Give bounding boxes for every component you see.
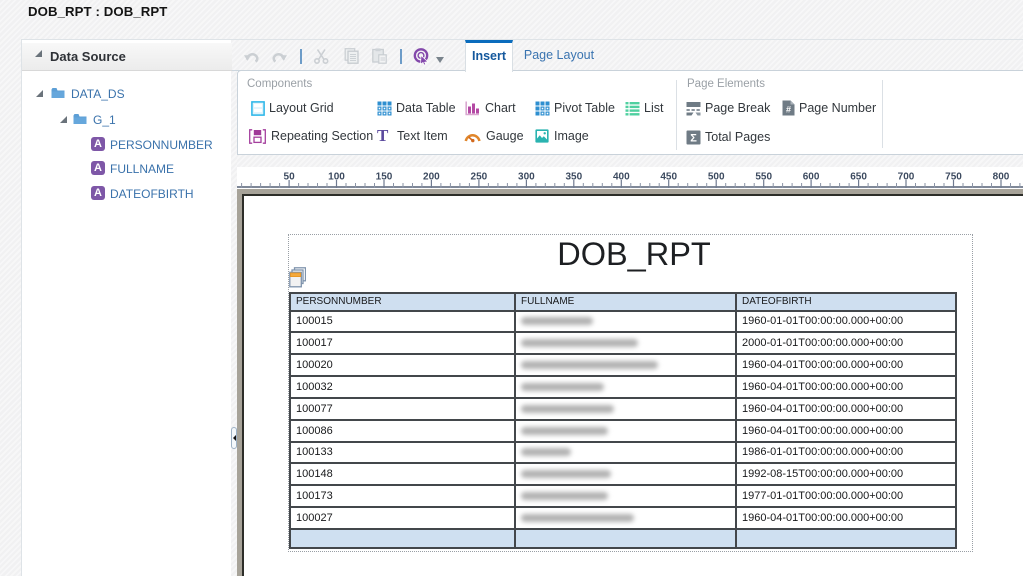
svg-text:50: 50 bbox=[284, 172, 296, 183]
svg-text:500: 500 bbox=[708, 172, 725, 183]
svg-text:Σ: Σ bbox=[690, 133, 697, 145]
svg-text:450: 450 bbox=[660, 172, 677, 183]
svg-text:800: 800 bbox=[993, 172, 1010, 183]
svg-text:550: 550 bbox=[755, 172, 772, 183]
svg-text:300: 300 bbox=[518, 172, 535, 183]
svg-text:100: 100 bbox=[328, 172, 345, 183]
svg-text:700: 700 bbox=[898, 172, 915, 183]
svg-text:400: 400 bbox=[613, 172, 630, 183]
svg-text:#: # bbox=[786, 105, 791, 115]
svg-text:750: 750 bbox=[945, 172, 962, 183]
svg-text:600: 600 bbox=[803, 172, 820, 183]
svg-text:650: 650 bbox=[850, 172, 867, 183]
svg-text:250: 250 bbox=[471, 172, 488, 183]
svg-text:150: 150 bbox=[376, 172, 393, 183]
svg-text:350: 350 bbox=[565, 172, 582, 183]
svg-text:200: 200 bbox=[423, 172, 440, 183]
